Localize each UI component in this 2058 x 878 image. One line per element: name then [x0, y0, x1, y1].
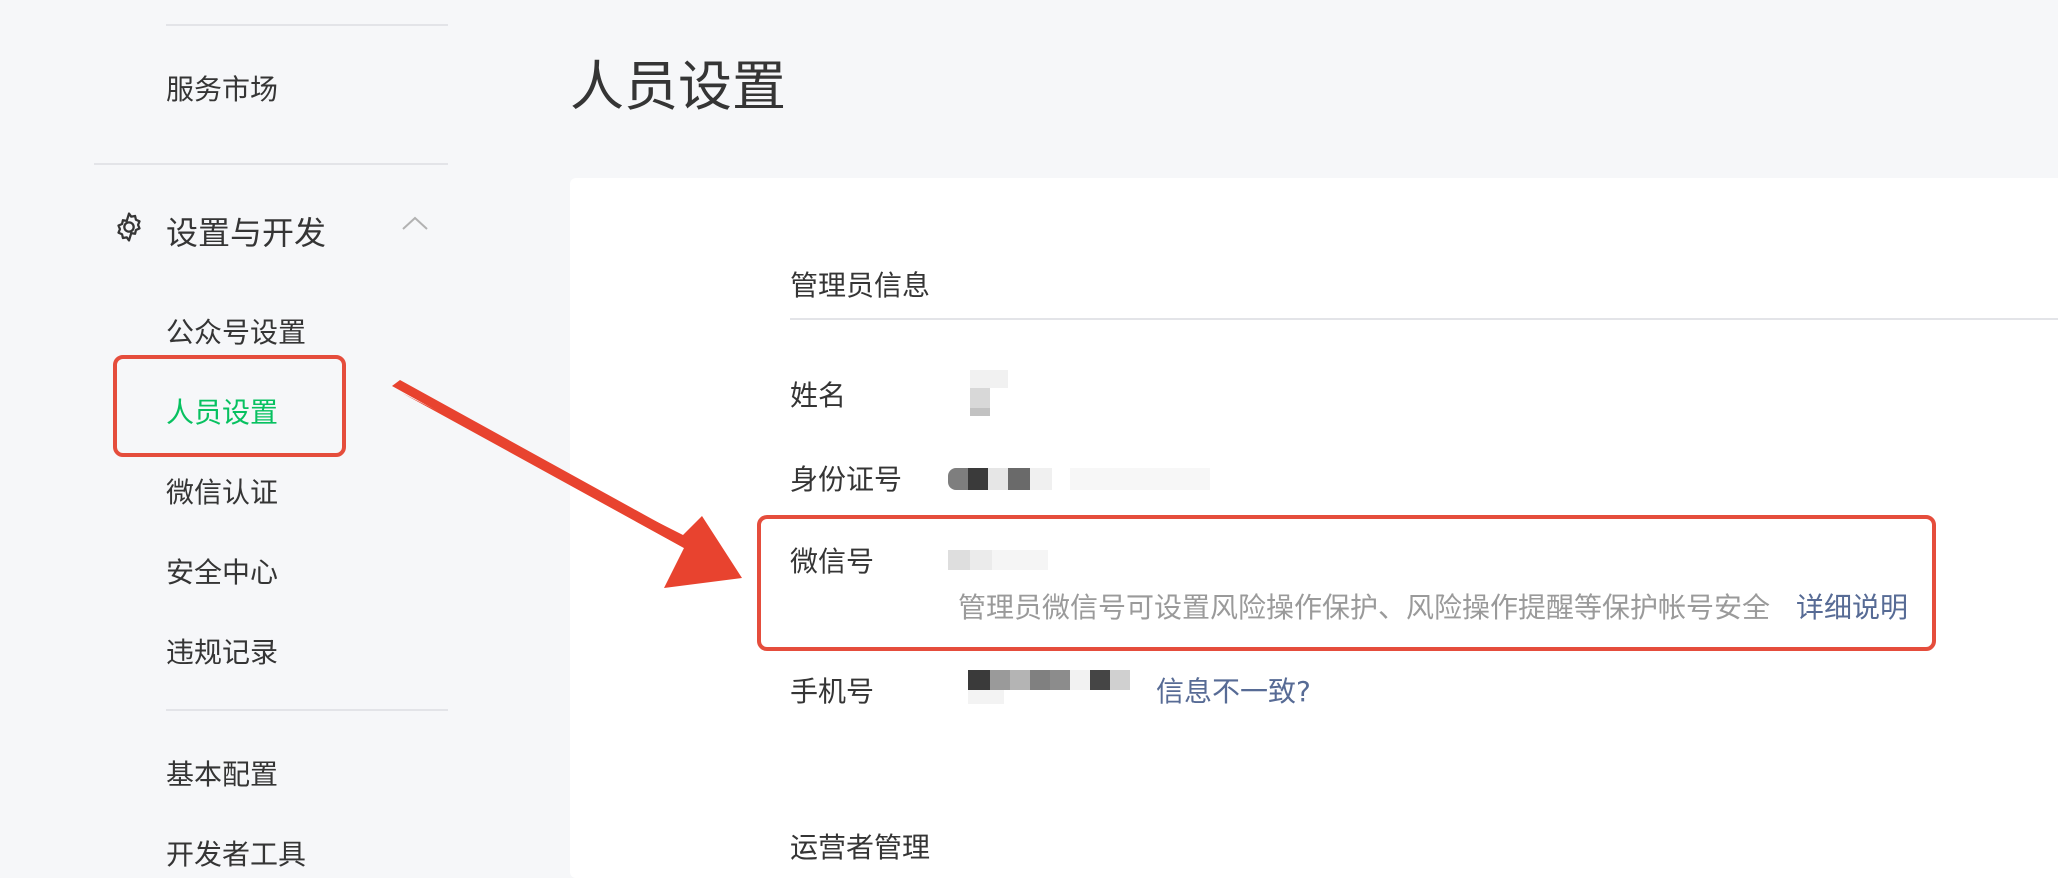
annotation-arrow-icon: [392, 380, 742, 588]
